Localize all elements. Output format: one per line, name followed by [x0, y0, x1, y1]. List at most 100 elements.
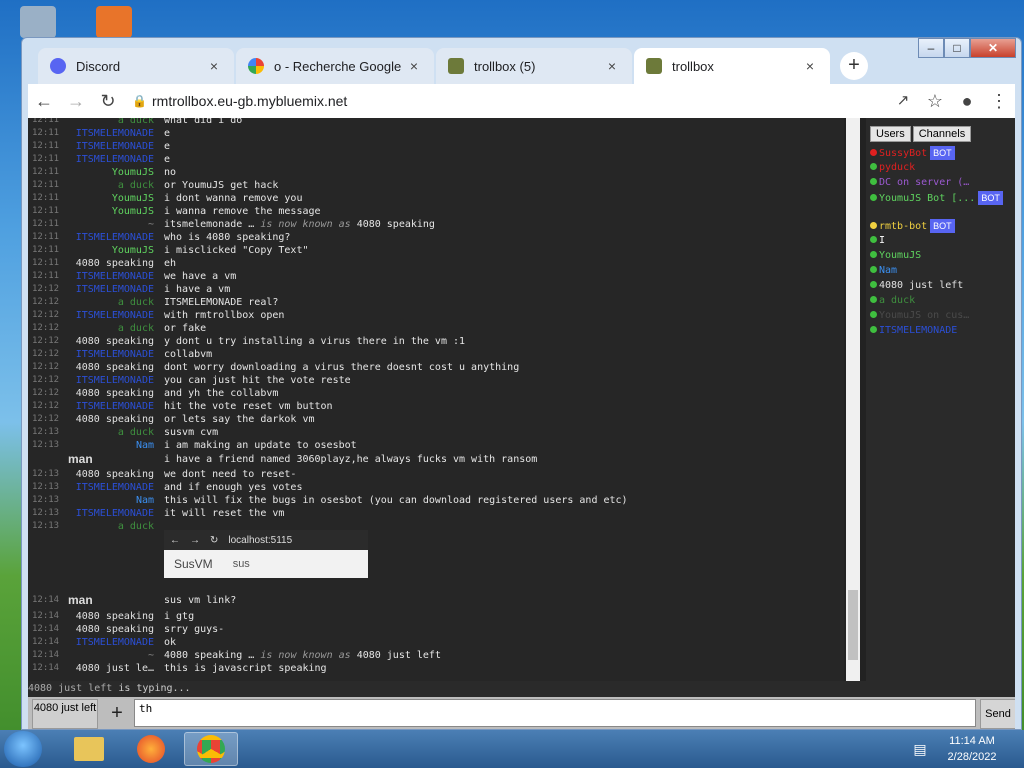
- close-icon[interactable]: ×: [604, 58, 620, 74]
- message-nick[interactable]: YoumuJS: [68, 244, 154, 257]
- message-nick[interactable]: 4080 speaking: [68, 413, 154, 426]
- status-dot-icon: [870, 236, 877, 243]
- message-nick[interactable]: ITSMELEMONADE: [68, 374, 154, 387]
- user-list-item[interactable]: Nam: [870, 264, 897, 278]
- message-nick[interactable]: ITSMELEMONADE: [68, 348, 154, 361]
- tab-channels[interactable]: Channels: [912, 126, 972, 142]
- message-nick[interactable]: 4080 speaking: [68, 335, 154, 348]
- recycle-bin-icon[interactable]: [20, 6, 56, 38]
- message-text: with rmtrollbox open: [164, 309, 284, 322]
- message-nick[interactable]: ITSMELEMONADE: [68, 140, 154, 153]
- reload-icon[interactable]: ↻: [92, 85, 124, 117]
- firefox-desktop-icon[interactable]: [96, 6, 132, 38]
- browser-window: – □ ✕ Discord × o - Recherche Google × t…: [21, 37, 1022, 730]
- message-nick[interactable]: 4080 speaking: [68, 468, 154, 481]
- new-tab-button[interactable]: +: [840, 52, 868, 80]
- chrome-icon[interactable]: [184, 732, 238, 766]
- message-nick[interactable]: YoumuJS: [68, 192, 154, 205]
- add-button[interactable]: +: [102, 699, 132, 729]
- user-list-item[interactable]: SussyBot BOT: [870, 146, 955, 161]
- chat-scrollbar[interactable]: [846, 118, 860, 681]
- message-nick[interactable]: a duck: [68, 426, 154, 439]
- message-text: sus vm link?: [164, 594, 236, 607]
- tab-users[interactable]: Users: [870, 126, 911, 142]
- message-body: dont worry downloading a virus there doe…: [164, 362, 520, 373]
- message-nick[interactable]: 4080 speaking: [68, 361, 154, 374]
- message-body: i misclicked "Copy Text": [164, 245, 309, 256]
- user-list-item[interactable]: a duck: [870, 294, 915, 308]
- menu-kebab-icon[interactable]: ⋮: [983, 85, 1015, 117]
- message-text: i am making an update to osesbot: [164, 439, 357, 452]
- user-list-item[interactable]: YoumuJS Bot [... BOT: [870, 191, 1003, 206]
- message-nick[interactable]: ITSMELEMONADE: [68, 309, 154, 322]
- close-icon[interactable]: ×: [406, 58, 422, 74]
- message-nick[interactable]: 4080 speaking: [68, 623, 154, 636]
- address-bar[interactable]: 🔒 rmtrollbox.eu-gb.mybluemix.net: [132, 87, 879, 115]
- bookmark-star-icon[interactable]: ☆: [919, 85, 951, 117]
- message-nick[interactable]: YoumuJS: [68, 166, 154, 179]
- scrollbar-thumb[interactable]: [848, 590, 858, 660]
- message-nick[interactable]: a duck: [68, 322, 154, 335]
- message-nick[interactable]: man: [68, 594, 154, 607]
- message-nick[interactable]: a duck: [68, 520, 154, 533]
- lock-icon[interactable]: 🔒: [132, 94, 152, 108]
- message-body: or fake: [164, 323, 207, 334]
- message-nick[interactable]: ITSMELEMONADE: [68, 481, 154, 494]
- message-nick[interactable]: ITSMELEMONADE: [68, 127, 154, 140]
- status-dot-icon: [870, 251, 877, 258]
- message-nick[interactable]: 4080 speaking: [68, 257, 154, 270]
- message-nick[interactable]: man: [68, 453, 154, 466]
- send-button[interactable]: Send: [980, 699, 1015, 729]
- user-list-item[interactable]: pyduck: [870, 161, 915, 175]
- tab-discord[interactable]: Discord ×: [38, 48, 234, 84]
- message-nick[interactable]: Nam: [68, 494, 154, 507]
- user-name: 4080 just left: [879, 280, 964, 291]
- network-tray-icon[interactable]: ▤: [906, 732, 934, 766]
- message-text: ITSMELEMONADE real?: [164, 296, 278, 309]
- tab-google-search[interactable]: o - Recherche Google ×: [236, 48, 434, 84]
- file-explorer-icon[interactable]: [62, 732, 116, 766]
- message-nick[interactable]: ITSMELEMONADE: [68, 507, 154, 520]
- message-nick[interactable]: a duck: [68, 296, 154, 309]
- back-arrow-icon[interactable]: ←: [28, 85, 60, 117]
- message-nick[interactable]: ITSMELEMONADE: [68, 270, 154, 283]
- user-list-item[interactable]: ITSMELEMONADE: [870, 324, 957, 338]
- message-input[interactable]: th: [134, 699, 976, 727]
- tab-trollbox[interactable]: trollbox ×: [634, 48, 830, 84]
- nickname-button[interactable]: 4080 just left: [32, 699, 98, 729]
- message-nick[interactable]: ITSMELEMONADE: [68, 400, 154, 413]
- user-list-item[interactable]: 4080 just left: [870, 279, 963, 293]
- message-nick[interactable]: ITSMELEMONADE: [68, 636, 154, 649]
- message-nick[interactable]: YoumuJS: [68, 205, 154, 218]
- message-nick[interactable]: 4080 speaking: [68, 610, 154, 623]
- close-icon[interactable]: ×: [206, 58, 222, 74]
- message-nick[interactable]: 4080 just le…: [68, 662, 154, 675]
- profile-avatar-icon[interactable]: ●: [951, 85, 983, 117]
- chat-message: 12:11 ITSMELEMONADE who is 4080 speaking?: [28, 231, 844, 244]
- message-nick[interactable]: ~: [68, 218, 154, 231]
- link-preview-embed[interactable]: ← → ↻ localhost:5115 SusVM sus: [164, 530, 368, 578]
- message-body: with rmtrollbox open: [164, 310, 285, 321]
- message-nick[interactable]: ~: [68, 649, 154, 662]
- message-nick[interactable]: a duck: [68, 118, 154, 127]
- close-icon[interactable]: ×: [802, 58, 818, 74]
- user-list-item[interactable]: DC on server (…: [870, 176, 969, 190]
- system-clock[interactable]: 11:14 AM 2/28/2022: [940, 733, 1004, 765]
- message-nick[interactable]: ITSMELEMONADE: [68, 231, 154, 244]
- message-nick[interactable]: 4080 speaking: [68, 387, 154, 400]
- message-nick[interactable]: ITSMELEMONADE: [68, 153, 154, 166]
- user-list-item[interactable]: I: [870, 234, 885, 248]
- message-nick[interactable]: a duck: [68, 179, 154, 192]
- tab-trollbox-5[interactable]: trollbox (5) ×: [436, 48, 632, 84]
- user-list-item[interactable]: YoumuJS on cus…: [870, 309, 969, 323]
- forward-arrow-icon[interactable]: →: [60, 85, 92, 117]
- start-button[interactable]: [4, 731, 42, 767]
- share-icon[interactable]: ↗: [887, 85, 919, 117]
- user-list-item[interactable]: YoumuJS: [870, 249, 921, 263]
- user-list-item[interactable]: rmtb-bot BOT: [870, 219, 955, 234]
- chat-message: 12:11 a duck what did i do: [28, 118, 844, 127]
- message-nick[interactable]: ITSMELEMONADE: [68, 283, 154, 296]
- firefox-icon[interactable]: [124, 732, 178, 766]
- message-nick[interactable]: Nam: [68, 439, 154, 452]
- message-timestamp: 12:11: [32, 118, 60, 125]
